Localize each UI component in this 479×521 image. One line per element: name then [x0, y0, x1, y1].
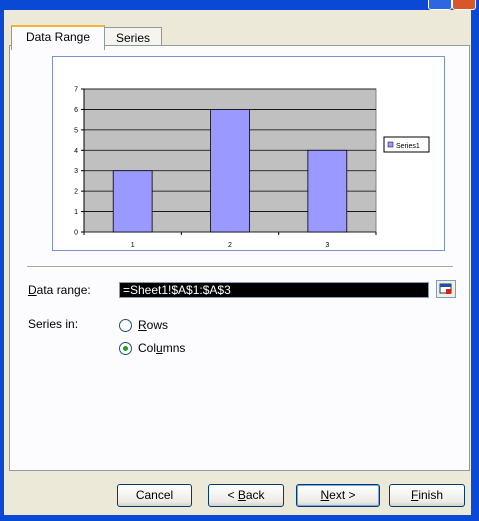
column-chart: 0 1 2 3 4 5 6 7 1 2 3 Series1 — [74, 87, 430, 249]
legend: Series1 — [383, 136, 430, 153]
y-tick-label: 4 — [74, 148, 78, 155]
columns-label[interactable]: Columns — [138, 341, 185, 355]
cancel-button[interactable]: Cancel — [117, 484, 192, 507]
window-frame-bottom — [0, 515, 479, 521]
tab-data-range[interactable]: Data Range — [11, 25, 105, 50]
rows-label[interactable]: Rows — [138, 318, 168, 332]
next-button[interactable]: Next > — [296, 484, 380, 507]
bar — [307, 149, 348, 233]
finish-button[interactable]: Finish — [389, 484, 465, 507]
x-tick-label: 3 — [325, 242, 329, 249]
window-frame-left — [0, 10, 4, 521]
data-range-label: Data range: — [28, 283, 91, 297]
rows-radio[interactable] — [119, 319, 132, 332]
legend-swatch — [387, 141, 394, 148]
columns-radio[interactable] — [119, 342, 132, 355]
y-tick-label: 1 — [74, 209, 78, 216]
title-bar — [0, 0, 479, 10]
series-in-label: Series in: — [28, 317, 79, 331]
y-tick-label: 0 — [74, 230, 78, 237]
y-tick-label: 3 — [74, 168, 78, 175]
x-axis: 1 2 3 — [83, 232, 377, 249]
window-frame-right — [471, 10, 479, 521]
back-button[interactable]: < Back — [208, 484, 284, 507]
minimize-button[interactable] — [428, 0, 452, 10]
y-tick-label: 6 — [74, 107, 78, 114]
range-selector-icon — [439, 283, 452, 294]
x-tick-label: 2 — [228, 242, 232, 249]
y-tick-label: 5 — [74, 127, 78, 134]
legend-label: Series1 — [396, 143, 420, 150]
bar — [210, 109, 250, 233]
chart-preview: 0 1 2 3 4 5 6 7 1 2 3 Series1 — [52, 56, 445, 251]
close-button[interactable] — [452, 0, 476, 10]
bar — [112, 170, 153, 233]
radio-selected-dot — [123, 346, 128, 351]
collapse-dialog-button[interactable] — [436, 280, 456, 298]
x-tick-label: 1 — [131, 242, 135, 249]
separator — [27, 266, 453, 268]
y-axis: 0 1 2 3 4 5 6 7 — [74, 87, 85, 237]
y-tick-label: 7 — [74, 87, 78, 94]
data-range-input[interactable] — [119, 282, 429, 298]
y-tick-label: 2 — [74, 189, 78, 196]
tab-panel: 0 1 2 3 4 5 6 7 1 2 3 Series1 Data range: Series … — [9, 45, 470, 471]
